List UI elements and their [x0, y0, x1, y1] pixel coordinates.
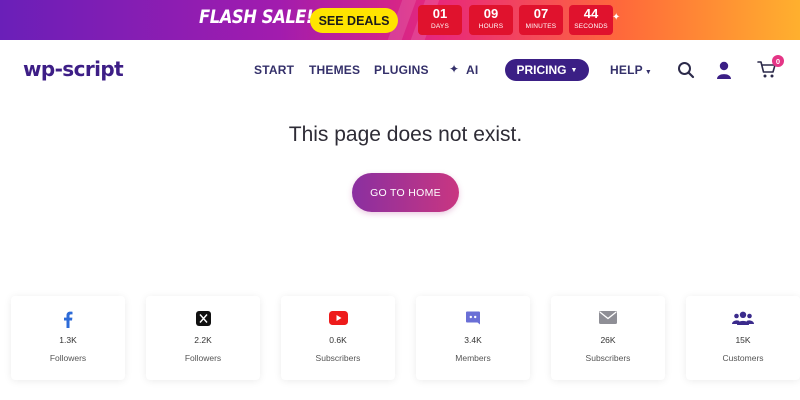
go-to-home-button[interactable]: GO TO HOME	[352, 173, 459, 212]
chevron-down-icon: ▼	[570, 66, 578, 74]
social-count: 26K	[600, 335, 616, 345]
social-count: 3.4K	[464, 335, 482, 345]
social-label: Members	[455, 353, 491, 363]
nav-help[interactable]: HELP ▼	[610, 63, 652, 77]
account-button[interactable]	[716, 61, 732, 84]
envelope-icon	[599, 311, 617, 324]
countdown-value: 09	[483, 6, 499, 21]
social-card-x[interactable]: 2.2K Followers	[146, 296, 260, 380]
social-count: 1.3K	[59, 335, 77, 345]
social-count: 15K	[735, 335, 751, 345]
ai-sparkle-icon: ✦	[449, 62, 460, 76]
countdown-unit: SECONDS	[574, 23, 608, 30]
countdown-value: 07	[533, 6, 549, 21]
search-button[interactable]	[677, 61, 695, 84]
page-not-found-message: This page does not exist.	[288, 123, 523, 146]
countdown-seconds: 44 SECONDS	[569, 5, 613, 35]
flash-sale-title: FLASH SALE!	[199, 6, 314, 28]
countdown-minutes: 07 MINUTES	[519, 5, 563, 35]
facebook-icon	[64, 311, 73, 328]
user-icon	[717, 61, 731, 79]
pricing-label: PRICING	[516, 63, 567, 77]
nav-ai[interactable]: AI	[466, 63, 478, 77]
site-logo[interactable]: wp-script	[23, 57, 124, 81]
see-deals-button[interactable]: SEE DEALS	[310, 8, 398, 33]
social-label: Customers	[722, 353, 764, 363]
social-card-facebook[interactable]: 1.3K Followers	[11, 296, 125, 380]
social-label: Followers	[184, 353, 222, 363]
countdown-hours: 09 HOURS	[469, 5, 513, 35]
social-label: Subscribers	[585, 353, 631, 363]
countdown-unit: HOURS	[478, 23, 504, 30]
countdown-unit: DAYS	[430, 23, 450, 30]
chevron-down-icon: ▼	[644, 69, 652, 76]
social-card-discord[interactable]: 3.4K Members	[416, 296, 530, 380]
pricing-button[interactable]: PRICING ▼	[505, 59, 589, 81]
cart-count-badge: 0	[772, 55, 784, 67]
help-label: HELP	[610, 63, 643, 77]
countdown-value: 44	[583, 6, 599, 21]
nav-plugins[interactable]: PLUGINS	[374, 63, 429, 77]
discord-icon	[466, 311, 480, 325]
flash-sale-banner[interactable]: FLASH SALE! SEE DEALS 01 DAYS 09 HOURS 0…	[0, 0, 800, 40]
countdown-days: 01 DAYS	[418, 5, 462, 35]
sparkle-icon: ✦	[612, 12, 621, 23]
countdown-value: 01	[432, 6, 448, 21]
countdown-unit: MINUTES	[525, 23, 557, 30]
social-card-customers[interactable]: 15K Customers	[686, 296, 800, 380]
social-card-youtube[interactable]: 0.6K Subscribers	[281, 296, 395, 380]
search-icon	[678, 62, 695, 79]
users-icon	[732, 311, 754, 325]
nav-themes[interactable]: THEMES	[309, 63, 360, 77]
social-count: 0.6K	[329, 335, 347, 345]
social-label: Subscribers	[315, 353, 361, 363]
youtube-icon	[328, 311, 348, 325]
social-count: 2.2K	[194, 335, 212, 345]
x-icon	[195, 311, 211, 326]
nav-start[interactable]: START	[254, 63, 294, 77]
social-card-newsletter[interactable]: 26K Subscribers	[551, 296, 665, 380]
social-label: Followers	[49, 353, 87, 363]
